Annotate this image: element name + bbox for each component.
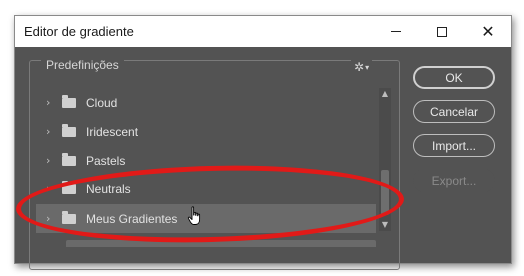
close-button[interactable]: ✕ <box>465 16 511 47</box>
preset-folder-label: Pastels <box>86 153 126 168</box>
window-title: Editor de gradiente <box>24 24 134 39</box>
folder-icon <box>62 123 76 137</box>
import-button[interactable]: Import... <box>413 134 495 157</box>
title-bar: Editor de gradiente ✕ <box>15 16 511 47</box>
preset-folder-label: Iridescent <box>86 124 139 139</box>
chevron-right-icon[interactable]: › <box>46 154 54 167</box>
presets-legend: Predefinições <box>41 58 124 72</box>
export-button: Export... <box>413 169 495 192</box>
close-icon: ✕ <box>481 22 495 41</box>
maximize-button[interactable] <box>419 16 465 47</box>
minimize-icon <box>391 31 401 32</box>
scroll-down-arrow-icon[interactable]: ▼ <box>379 219 391 231</box>
ok-button[interactable]: OK <box>413 66 495 89</box>
preset-folder-label: Cloud <box>86 95 118 110</box>
chevron-right-icon[interactable]: › <box>46 125 54 138</box>
chevron-right-icon[interactable]: › <box>46 96 54 109</box>
maximize-icon <box>437 26 447 37</box>
cancel-button[interactable]: Cancelar <box>413 100 495 123</box>
preset-folder-iridescent[interactable]: › Iridescent <box>36 117 376 146</box>
folder-icon <box>62 152 76 166</box>
chevron-down-icon: ▾ <box>365 63 370 72</box>
minimize-button[interactable] <box>373 16 419 47</box>
preset-folder-cloud[interactable]: › Cloud <box>36 88 376 117</box>
scroll-up-arrow-icon[interactable]: ▲ <box>379 88 391 100</box>
folder-icon <box>62 94 76 108</box>
hand-cursor-icon <box>187 206 201 225</box>
presets-settings-button[interactable]: ✲▾ <box>351 60 373 74</box>
gear-icon: ✲ <box>354 60 365 74</box>
